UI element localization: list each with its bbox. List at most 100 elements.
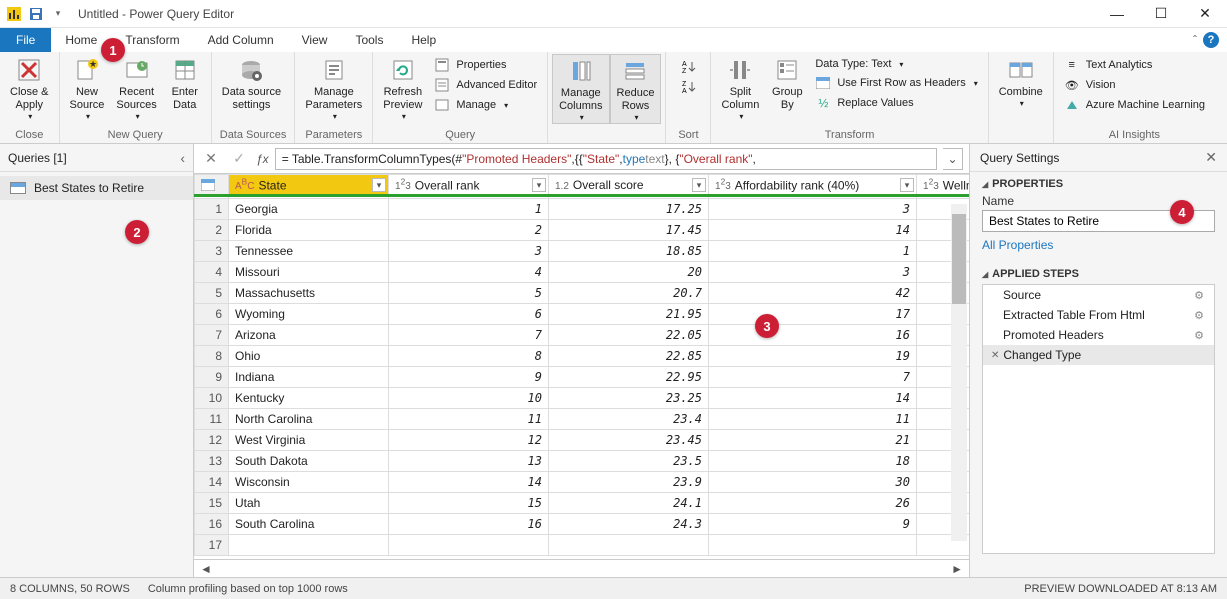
column-header-state[interactable]: ABCState▾ [229,175,389,196]
split-column-button[interactable]: Split Column▾ [715,54,765,122]
vertical-scrollbar[interactable] [951,204,967,541]
table-row[interactable]: 6Wyoming621.9517 [195,304,970,325]
ribbon-group-parameters: Parameters [299,128,368,143]
table-row[interactable]: 9Indiana922.957 [195,367,970,388]
close-button[interactable]: ✕ [1183,0,1227,28]
recent-sources-button[interactable]: Recent Sources▾ [110,54,162,122]
properties-section-title[interactable]: PROPERTIES [982,178,1215,190]
new-source-button[interactable]: ★New Source▾ [64,54,111,122]
query-item-label: Best States to Retire [34,181,144,195]
query-item[interactable]: Best States to Retire [0,176,193,200]
ribbon-group-close: Close [4,128,55,143]
all-properties-link[interactable]: All Properties [982,238,1053,252]
first-row-headers-button[interactable]: Use First Row as Headers▾ [809,74,983,92]
minimize-button[interactable]: ― [1095,0,1139,28]
corner-cell[interactable] [195,175,229,196]
data-grid[interactable]: ABCState▾ 123Overall rank▾ 1.2Overall sc… [194,174,969,556]
formula-accept-icon[interactable]: ✓ [228,148,250,170]
window-title: Untitled - Power Query Editor [78,7,234,21]
ribbon-group-query: Query [377,128,543,143]
column-header-overall-score[interactable]: 1.2Overall score▾ [549,175,709,196]
advanced-editor-button[interactable]: Advanced Editor [428,76,543,94]
azure-ml-button[interactable]: Azure Machine Learning [1058,96,1211,114]
refresh-preview-button[interactable]: Refresh Preview▾ [377,54,428,122]
table-row[interactable]: 4Missouri4203 [195,262,970,283]
svg-text:A: A [682,61,687,68]
table-row[interactable]: 15Utah1524.126 [195,493,970,514]
properties-button[interactable]: Properties [428,56,543,74]
table-row[interactable]: 7Arizona722.0516 [195,325,970,346]
queries-collapse-icon[interactable]: ‹ [180,150,185,166]
formula-dropdown-icon[interactable]: ⌄ [943,148,963,170]
ribbon-group-transform: Transform [715,128,983,143]
table-row[interactable]: 13South Dakota1323.518 [195,451,970,472]
table-row[interactable]: 5Massachusetts520.742 [195,283,970,304]
group-by-button[interactable]: Group By [765,54,809,112]
horizontal-scrollbar[interactable]: ◄► [194,559,969,577]
table-row[interactable]: 16South Carolina1624.39 [195,514,970,535]
table-icon [10,182,26,194]
menu-add-column[interactable]: Add Column [194,28,288,52]
callout-4: 4 [1170,200,1194,224]
status-profiling: Column profiling based on top 1000 rows [148,583,348,595]
ribbon-collapse-icon[interactable]: ˆ [1193,33,1197,47]
status-preview-time: PREVIEW DOWNLOADED AT 8:13 AM [1024,583,1217,595]
manage-button[interactable]: Manage▾ [428,96,543,114]
app-icon [4,4,24,24]
table-row[interactable]: 1Georgia117.253 [195,199,970,220]
column-header-overall-rank[interactable]: 123Overall rank▾ [389,175,549,196]
combine-button[interactable]: Combine▾ [993,54,1049,109]
filter-icon[interactable]: ▾ [372,178,386,192]
svg-text:★: ★ [89,59,97,69]
table-row[interactable]: 10Kentucky1023.2514 [195,388,970,409]
text-analytics-button[interactable]: ≡Text Analytics [1058,56,1159,74]
menu-view[interactable]: View [288,28,342,52]
query-settings-title: Query Settings [980,151,1059,165]
table-row[interactable]: 14Wisconsin1423.930 [195,472,970,493]
applied-step[interactable]: Promoted Headers⚙ [983,325,1214,345]
reduce-rows-button[interactable]: Reduce Rows▾ [610,54,662,124]
sort-desc-button[interactable]: ZA [674,78,702,96]
filter-icon[interactable]: ▾ [692,178,706,192]
enter-data-button[interactable]: Enter Data [163,54,207,112]
save-icon[interactable] [26,4,46,24]
table-row[interactable]: 3Tennessee318.851 [195,241,970,262]
data-type-button[interactable]: Data Type: Text▾ [809,56,983,72]
table-row[interactable]: 8Ohio822.8519 [195,346,970,367]
callout-1: 1 [101,38,125,62]
formula-cancel-icon[interactable]: ✕ [200,148,222,170]
manage-parameters-button[interactable]: Manage Parameters▾ [299,54,368,122]
formula-input[interactable]: = Table.TransformColumnTypes(#"Promoted … [275,148,937,170]
close-apply-button[interactable]: Close & Apply▾ [4,54,55,122]
applied-step[interactable]: Changed Type [983,345,1214,365]
sort-asc-button[interactable]: AZ [674,58,702,76]
table-row[interactable]: 11North Carolina1123.411 [195,409,970,430]
svg-text:A: A [682,88,687,94]
help-icon[interactable]: ? [1203,32,1219,48]
manage-columns-button[interactable]: Manage Columns▾ [552,54,609,124]
qat-dropdown-icon[interactable]: ▾ [48,4,68,24]
applied-step[interactable]: Extracted Table From Html⚙ [983,305,1214,325]
fx-icon[interactable]: ƒx [256,152,269,166]
column-header-affordability[interactable]: 123Affordability rank (40%)▾ [709,175,917,196]
applied-step[interactable]: Source⚙ [983,285,1214,305]
table-row[interactable]: 2Florida217.4514 [195,220,970,241]
replace-values-button[interactable]: ½Replace Values [809,94,983,112]
menu-tools[interactable]: Tools [341,28,397,52]
table-row[interactable]: 17 [195,535,970,556]
column-header-wellness[interactable]: 123Wellness [917,175,970,196]
filter-icon[interactable]: ▾ [532,178,546,192]
menu-help[interactable]: Help [397,28,450,52]
settings-close-icon[interactable]: ✕ [1205,149,1217,166]
applied-steps-list: Source⚙Extracted Table From Html⚙Promote… [982,284,1215,554]
data-source-settings-button[interactable]: Data source settings [216,54,287,112]
queries-header-label: Queries [1] [8,151,67,165]
callout-3: 3 [755,314,779,338]
menu-file[interactable]: File [0,28,51,52]
svg-text:Z: Z [682,81,687,88]
table-row[interactable]: 12West Virginia1223.4521 [195,430,970,451]
applied-steps-title[interactable]: APPLIED STEPS [982,268,1215,280]
vision-button[interactable]: 👁Vision [1058,76,1122,94]
maximize-button[interactable]: ☐ [1139,0,1183,28]
filter-icon[interactable]: ▾ [900,178,914,192]
